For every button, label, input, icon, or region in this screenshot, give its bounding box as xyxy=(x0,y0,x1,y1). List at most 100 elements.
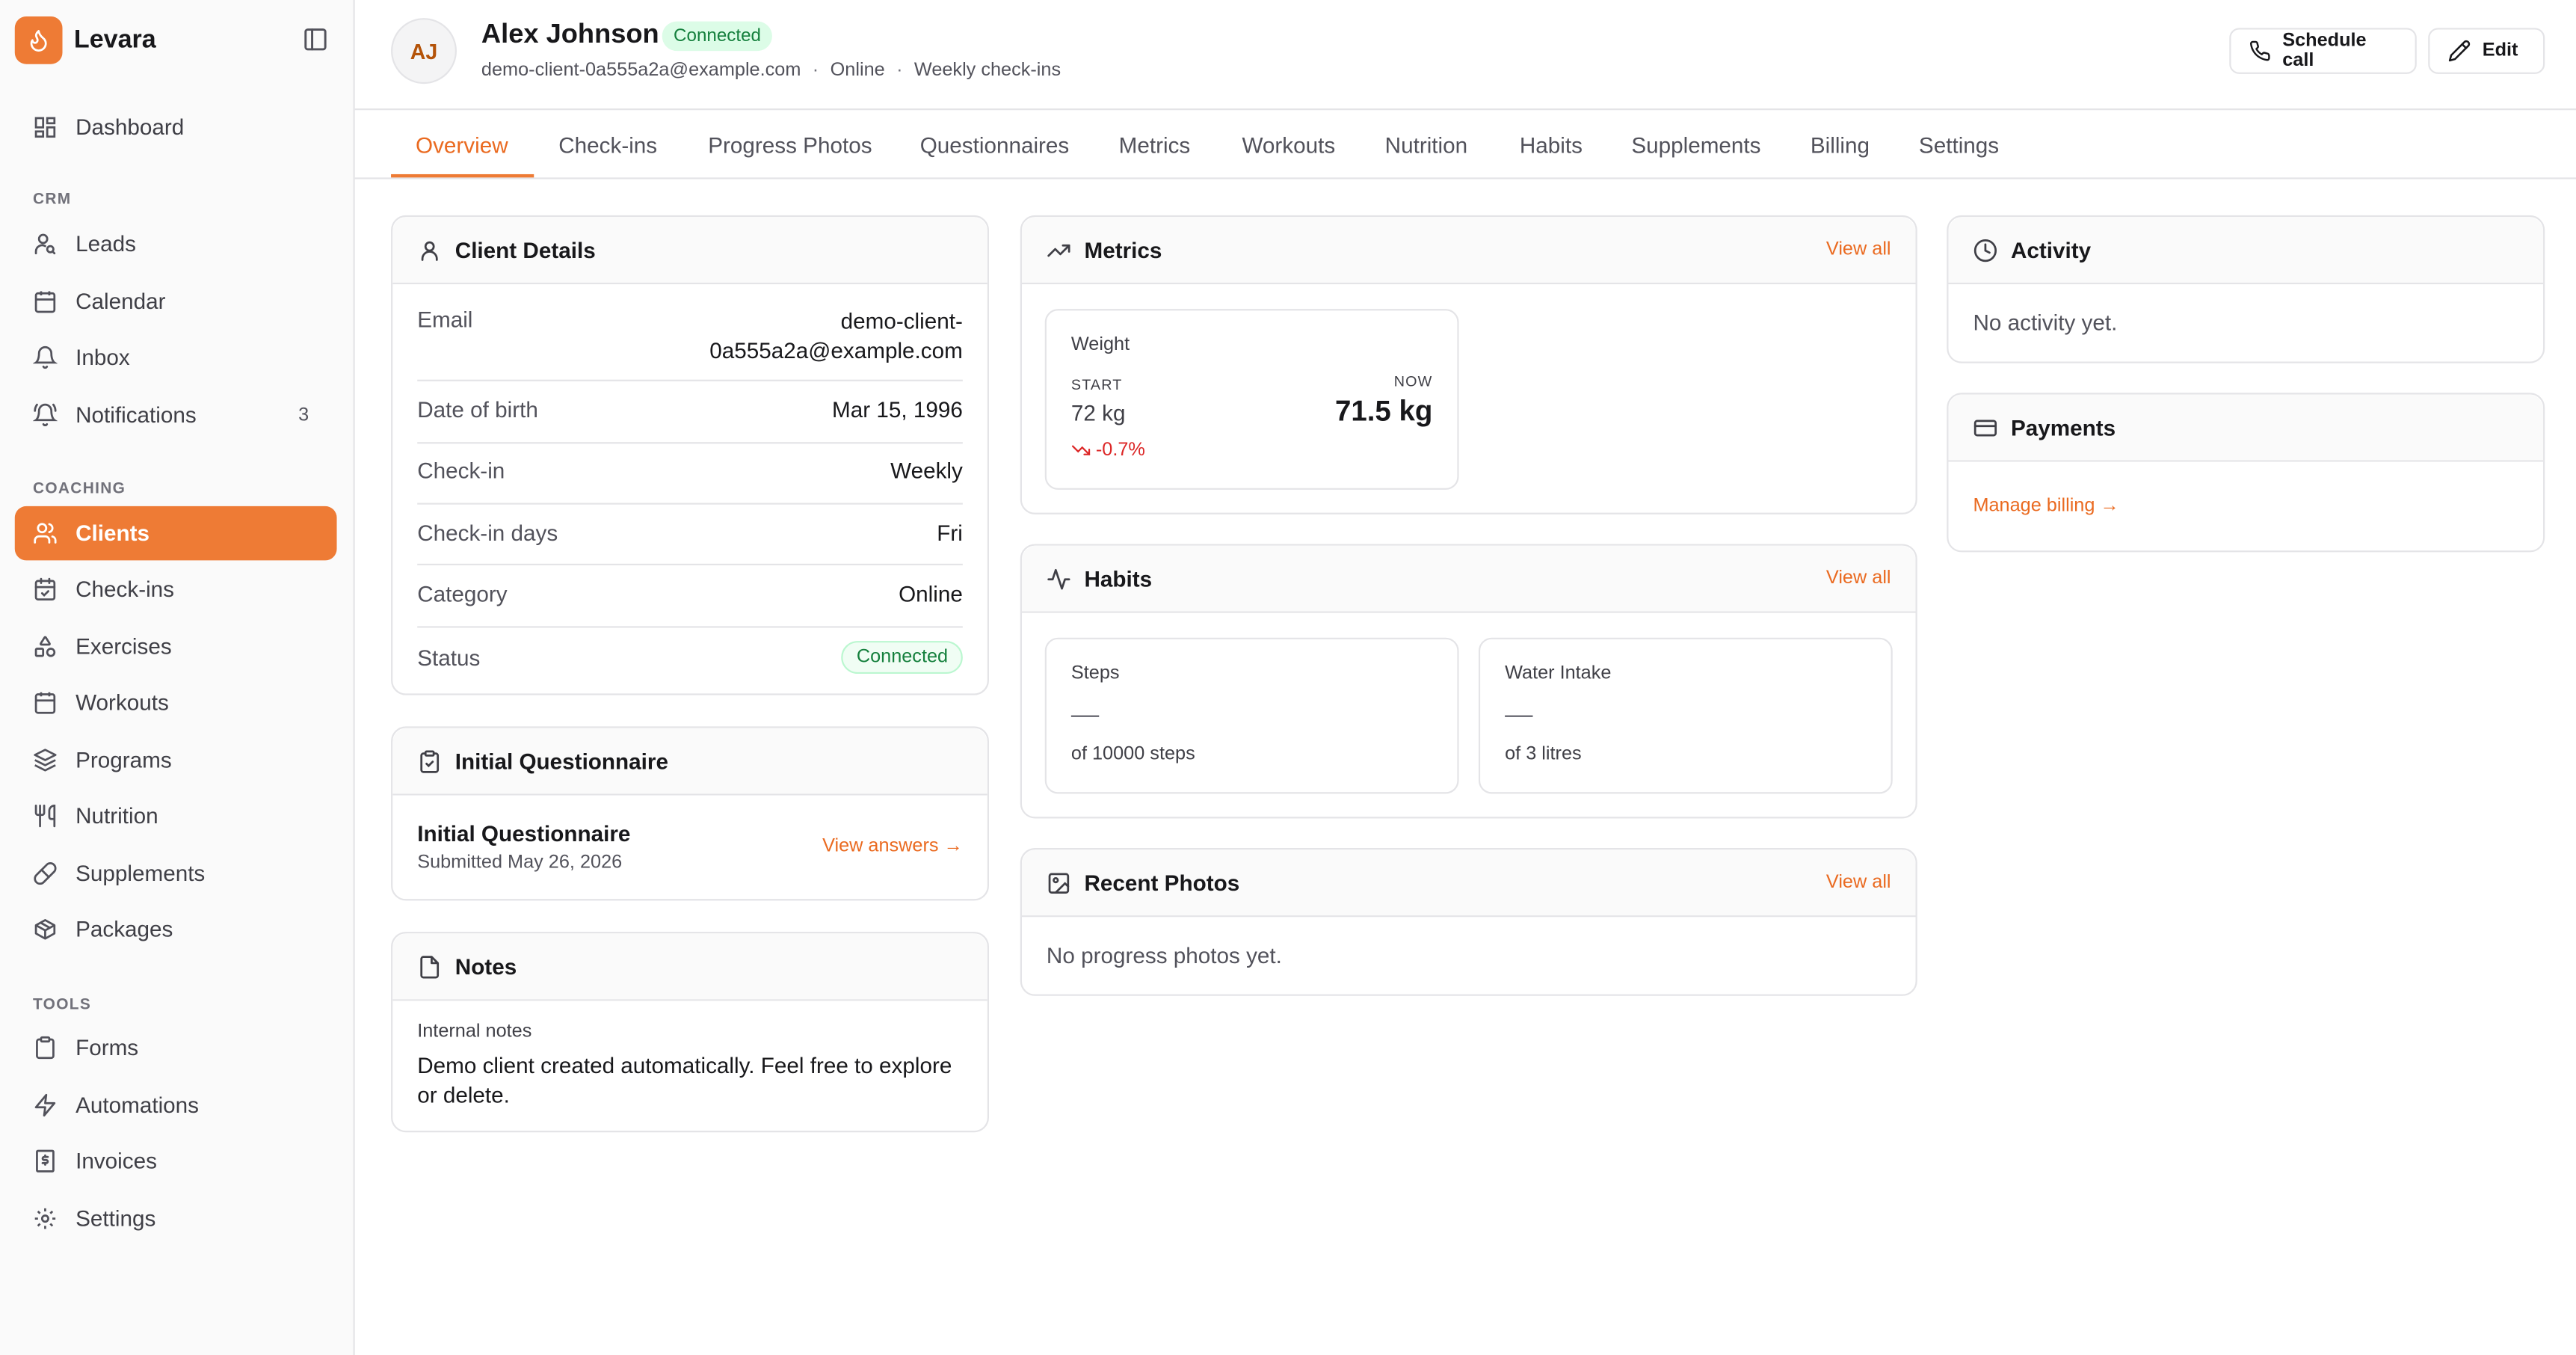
sidebar-item-inbox[interactable]: Inbox xyxy=(15,331,337,385)
card-header: Habits View all xyxy=(1021,545,1916,613)
tab-check-ins[interactable]: Check-ins xyxy=(558,110,657,179)
sidebar-item-label: Exercises xyxy=(76,634,172,660)
habit-value: — xyxy=(1070,698,1100,730)
sidebar-item-calendar[interactable]: Calendar xyxy=(15,274,337,329)
card-header: Initial Questionnaire xyxy=(392,728,987,796)
sidebar-item-label: Calendar xyxy=(76,289,166,314)
weight-metric-tile[interactable]: Weight START 72 kg -0.7% NOW 71.5 kg xyxy=(1044,309,1459,490)
sidebar-item-exercises[interactable]: Exercises xyxy=(15,620,337,675)
sidebar-item-invoices[interactable]: Invoices xyxy=(15,1134,337,1188)
clipboard-icon xyxy=(33,1036,58,1060)
trending-down-icon xyxy=(1071,445,1091,455)
bell-icon xyxy=(32,345,58,370)
tab-questionnaires[interactable]: Questionnaires xyxy=(920,110,1070,179)
tab-habits[interactable]: Habits xyxy=(1520,110,1583,179)
file-icon xyxy=(420,955,440,978)
sidebar-item-packages[interactable]: Packages xyxy=(15,903,337,957)
questionnaire-card: Initial Questionnaire Initial Questionna… xyxy=(391,726,990,901)
status-badge: Connected xyxy=(842,641,963,675)
sidebar-item-label: Leads xyxy=(76,231,136,256)
detail-row-category: Category Online xyxy=(417,565,963,628)
habit-tile-water[interactable]: Water Intake — of 3 litres xyxy=(1478,637,1893,794)
detail-value: demo-client- 0a555a2a@example.com xyxy=(709,307,963,366)
sidebar-item-automations[interactable]: Automations xyxy=(15,1078,337,1133)
habit-tile-steps[interactable]: Steps — of 10000 steps xyxy=(1044,637,1459,794)
sidebar-item-label: Forms xyxy=(76,1035,139,1060)
start-value: 72 kg xyxy=(1070,401,1126,426)
notes-card: Notes Internal notes Demo client created… xyxy=(391,932,990,1133)
activity-card: Activity No activity yet. xyxy=(1947,215,2545,363)
schedule-call-label: Schedule call xyxy=(2282,31,2367,71)
shapes-icon xyxy=(33,634,58,659)
view-all-link[interactable]: View all xyxy=(1826,568,1891,588)
tab-metrics[interactable]: Metrics xyxy=(1119,110,1191,179)
pill-icon xyxy=(33,861,58,886)
card-title: Initial Questionnaire xyxy=(455,749,668,774)
view-all-link[interactable]: View all xyxy=(1826,873,1891,892)
sidebar-item-clients[interactable]: Clients xyxy=(14,506,337,561)
sidebar-item-label: Packages xyxy=(76,917,173,942)
habit-target: of 10000 steps xyxy=(1070,744,1195,764)
card-title: Activity xyxy=(2010,237,2092,262)
sidebar-item-label: Notifications xyxy=(76,402,197,428)
section-label-coaching: COACHING xyxy=(32,479,126,498)
detail-label: Check-in days xyxy=(417,520,558,546)
brand-name: Levara xyxy=(73,25,156,54)
sidebar-item-workouts[interactable]: Workouts xyxy=(15,675,337,730)
notification-count: 3 xyxy=(298,405,309,425)
habit-label: Water Intake xyxy=(1505,663,1612,684)
user-search-icon xyxy=(33,232,58,256)
weight-change-value: -0.7% xyxy=(1095,440,1145,461)
utensils-icon xyxy=(33,804,58,829)
tab-overview[interactable]: Overview xyxy=(416,110,508,179)
questionnaire-item-title: Initial Questionnaire xyxy=(417,821,631,847)
manage-billing-link[interactable]: Manage billing → xyxy=(1973,497,2119,516)
detail-label: Email xyxy=(417,307,473,332)
dashboard-icon xyxy=(33,115,58,140)
tab-settings[interactable]: Settings xyxy=(1919,110,1999,179)
sidebar-item-leads[interactable]: Leads xyxy=(15,217,337,271)
sidebar-item-nutrition[interactable]: Nutrition xyxy=(15,789,337,844)
edit-label: Edit xyxy=(2482,40,2518,61)
tab-billing[interactable]: Billing xyxy=(1811,110,1870,179)
start-label: START xyxy=(1070,376,1123,393)
sidebar-item-check-ins[interactable]: Check-ins xyxy=(15,562,337,617)
sidebar-item-forms[interactable]: Forms xyxy=(15,1021,337,1075)
calendar-icon xyxy=(33,690,58,715)
detail-row-email: Email demo-client- 0a555a2a@example.com xyxy=(417,284,963,381)
view-all-link[interactable]: View all xyxy=(1826,240,1891,259)
users-icon xyxy=(33,521,58,546)
email-value-line: 0a555a2a@example.com xyxy=(709,338,963,363)
section-label-crm: CRM xyxy=(32,190,72,209)
empty-state: No activity yet. xyxy=(1973,310,2118,336)
sidebar-item-programs[interactable]: Programs xyxy=(15,733,337,787)
sidebar-item-settings[interactable]: Settings xyxy=(15,1191,337,1246)
card-header: Notes xyxy=(392,933,987,1001)
tab-nutrition[interactable]: Nutrition xyxy=(1385,110,1468,179)
sidebar-item-dashboard[interactable]: Dashboard xyxy=(15,100,337,155)
sidebar-item-notifications[interactable]: Notifications 3 xyxy=(15,388,337,443)
card-header: Recent Photos View all xyxy=(1021,849,1916,918)
habit-value: — xyxy=(1505,698,1533,730)
sidebar-toggle-icon[interactable] xyxy=(302,26,328,52)
habit-label: Steps xyxy=(1070,663,1120,684)
schedule-call-button[interactable]: Schedule call xyxy=(2229,28,2417,74)
detail-label: Status xyxy=(417,645,481,671)
separator-dot: · xyxy=(896,61,903,81)
phone-icon xyxy=(2249,40,2270,61)
sidebar-item-supplements[interactable]: Supplements xyxy=(15,847,337,901)
edit-button[interactable]: Edit xyxy=(2428,28,2545,74)
active-tab-indicator xyxy=(391,173,534,178)
detail-value: Weekly xyxy=(890,458,963,484)
brand[interactable]: Levara xyxy=(14,16,156,64)
receipt-icon xyxy=(33,1149,58,1173)
card-header: Activity xyxy=(1948,217,2544,285)
tab-supplements[interactable]: Supplements xyxy=(1631,110,1760,179)
credit-card-icon xyxy=(1973,419,1997,436)
tab-workouts[interactable]: Workouts xyxy=(1242,110,1335,179)
view-answers-link[interactable]: View answers → xyxy=(822,837,963,856)
empty-state: No progress photos yet. xyxy=(1046,943,1282,968)
image-icon xyxy=(1048,872,1070,893)
tab-progress-photos[interactable]: Progress Photos xyxy=(708,110,872,179)
notes-body: Demo client created automatically. Feel … xyxy=(417,1053,952,1108)
